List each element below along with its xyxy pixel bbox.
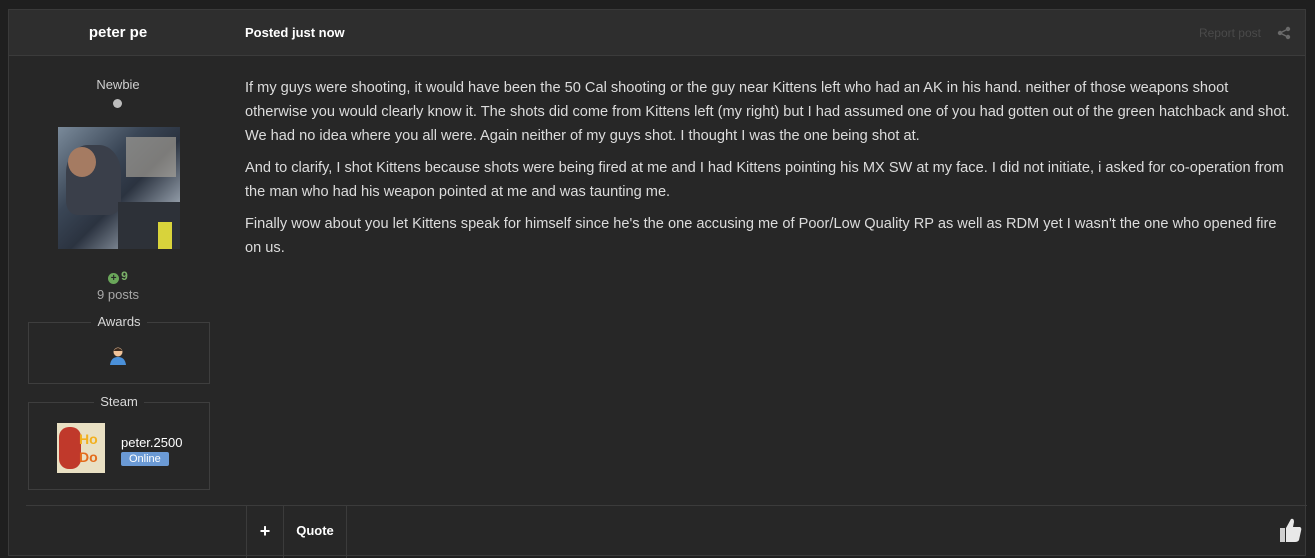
steam-status-badge: Online bbox=[121, 452, 169, 466]
awards-title: Awards bbox=[91, 314, 147, 329]
post-card: peter pe Posted just now Report post New… bbox=[8, 9, 1307, 558]
post-timestamp[interactable]: Posted just now bbox=[245, 10, 345, 56]
post-count: 9 posts bbox=[97, 287, 139, 302]
multiquote-button[interactable]: + bbox=[246, 506, 284, 558]
report-post-link[interactable]: Report post bbox=[1199, 10, 1261, 56]
steam-box: Steam Ho Do peter.2500 Online bbox=[28, 394, 210, 490]
post-paragraph: Finally wow about you let Kittens speak … bbox=[245, 216, 1277, 256]
post-paragraph: And to clarify, I shot Kittens because s… bbox=[245, 160, 1284, 200]
author-panel: Newbie +9 9 posts Awards Steam Ho Do pet… bbox=[9, 57, 227, 507]
online-status-dot bbox=[113, 99, 122, 108]
post-content: If my guys were shooting, it would have … bbox=[245, 76, 1293, 268]
person-award-icon[interactable] bbox=[108, 346, 128, 371]
author-name-link[interactable]: peter pe bbox=[9, 10, 227, 56]
steam-avatar[interactable]: Ho Do bbox=[57, 423, 105, 473]
thumbs-up-icon[interactable] bbox=[1277, 516, 1303, 544]
share-icon[interactable] bbox=[1277, 26, 1291, 40]
post-paragraph: If my guys were shooting, it would have … bbox=[245, 80, 1290, 144]
post-header: peter pe Posted just now Report post bbox=[9, 10, 1305, 56]
awards-box: Awards bbox=[28, 314, 210, 384]
post-footer: + Quote bbox=[26, 505, 1307, 558]
reputation-badge: +9 bbox=[9, 269, 227, 284]
reputation-count: 9 bbox=[121, 269, 128, 283]
avatar[interactable] bbox=[58, 127, 180, 249]
steam-username-link[interactable]: peter.2500 bbox=[121, 435, 182, 450]
plus-circle-icon: + bbox=[108, 273, 120, 284]
quote-button[interactable]: Quote bbox=[284, 506, 347, 558]
steam-title: Steam bbox=[94, 394, 144, 409]
member-rank: Newbie bbox=[96, 77, 140, 92]
